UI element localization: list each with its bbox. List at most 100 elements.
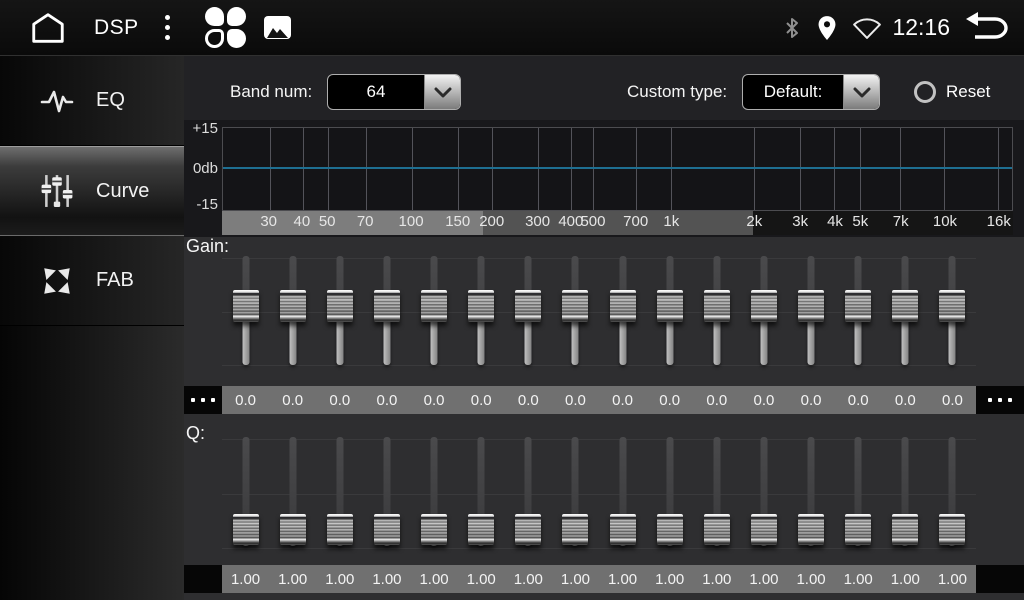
gain-band-slider[interactable] xyxy=(835,252,882,370)
slider-handle[interactable] xyxy=(751,290,777,322)
sidebar-item-eq[interactable]: EQ xyxy=(0,56,184,146)
gain-band-value: 0.0 xyxy=(552,386,599,414)
q-band-slider[interactable] xyxy=(269,433,316,551)
q-band-value: 1.00 xyxy=(505,565,552,593)
gallery-icon[interactable] xyxy=(264,16,291,39)
gain-band-slider[interactable] xyxy=(222,252,269,370)
q-band-slider[interactable] xyxy=(552,433,599,551)
gain-band-slider[interactable] xyxy=(316,252,363,370)
freq-axis-strip[interactable]: 304050701001502003004005007001k2k3k4k5k7… xyxy=(222,211,1013,235)
chevron-down-icon[interactable] xyxy=(424,75,460,109)
slider-handle[interactable] xyxy=(845,290,871,322)
freq-tick-label: 4k xyxy=(827,213,843,230)
q-band-slider[interactable] xyxy=(693,433,740,551)
location-icon xyxy=(816,15,838,41)
gain-scroll-left-button[interactable] xyxy=(184,386,222,414)
sidebar: EQ Curve FAB xyxy=(0,56,184,600)
gain-band-slider[interactable] xyxy=(740,252,787,370)
q-scroll-left-button[interactable] xyxy=(184,565,222,593)
slider-handle[interactable] xyxy=(515,514,541,545)
q-scroll-right-button[interactable] xyxy=(976,565,1024,593)
slider-handle[interactable] xyxy=(657,514,683,545)
gain-band-slider[interactable] xyxy=(363,252,410,370)
gain-band-slider[interactable] xyxy=(693,252,740,370)
q-band-value: 1.00 xyxy=(458,565,505,593)
slider-handle[interactable] xyxy=(610,290,636,322)
slider-handle[interactable] xyxy=(939,514,965,545)
dsp-app-screen: DSP 12:16 xyxy=(0,0,1024,600)
slider-handle[interactable] xyxy=(798,290,824,322)
slider-handle[interactable] xyxy=(845,514,871,545)
q-band-slider[interactable] xyxy=(646,433,693,551)
gain-band-slider[interactable] xyxy=(269,252,316,370)
sidebar-item-label: Curve xyxy=(96,180,149,203)
gain-band-slider[interactable] xyxy=(788,252,835,370)
slider-handle[interactable] xyxy=(892,514,918,545)
q-band-slider[interactable] xyxy=(411,433,458,551)
q-band-slider[interactable] xyxy=(458,433,505,551)
gain-band-slider[interactable] xyxy=(646,252,693,370)
gain-sliders xyxy=(222,252,976,370)
gain-band-slider[interactable] xyxy=(929,252,976,370)
q-band-slider[interactable] xyxy=(788,433,835,551)
slider-handle[interactable] xyxy=(562,514,588,545)
band-num-dropdown[interactable]: 64 xyxy=(327,74,461,110)
slider-handle[interactable] xyxy=(657,290,683,322)
overflow-menu-icon[interactable] xyxy=(155,9,180,46)
q-band-slider[interactable] xyxy=(929,433,976,551)
slider-handle[interactable] xyxy=(939,290,965,322)
q-band-value: 1.00 xyxy=(316,565,363,593)
custom-type-dropdown[interactable]: Default: xyxy=(742,74,880,110)
eq-curve-line xyxy=(223,167,1012,169)
q-band-value: 1.00 xyxy=(835,565,882,593)
q-band-slider[interactable] xyxy=(222,433,269,551)
q-band-slider[interactable] xyxy=(599,433,646,551)
eq-plot[interactable] xyxy=(222,127,1013,211)
freq-tick-label: 300 xyxy=(525,213,550,230)
chevron-down-icon[interactable] xyxy=(843,75,879,109)
q-band-slider[interactable] xyxy=(835,433,882,551)
slider-handle[interactable] xyxy=(704,290,730,322)
gain-band-slider[interactable] xyxy=(458,252,505,370)
slider-handle[interactable] xyxy=(892,290,918,322)
slider-handle[interactable] xyxy=(233,290,259,322)
slider-handle[interactable] xyxy=(751,514,777,545)
slider-handle[interactable] xyxy=(562,290,588,322)
freq-tick-label: 150 xyxy=(445,213,470,230)
sidebar-item-fab[interactable]: FAB xyxy=(0,236,184,326)
q-band-value: 1.00 xyxy=(599,565,646,593)
slider-handle[interactable] xyxy=(610,514,636,545)
slider-handle[interactable] xyxy=(704,514,730,545)
slider-handle[interactable] xyxy=(421,290,447,322)
q-band-slider[interactable] xyxy=(882,433,929,551)
slider-handle[interactable] xyxy=(374,290,400,322)
reset-radio-icon[interactable] xyxy=(914,81,936,103)
gain-band-slider[interactable] xyxy=(411,252,458,370)
q-band-slider[interactable] xyxy=(505,433,552,551)
slider-handle[interactable] xyxy=(327,290,353,322)
sidebar-item-curve[interactable]: Curve xyxy=(0,146,184,236)
gain-band-slider[interactable] xyxy=(505,252,552,370)
slider-handle[interactable] xyxy=(280,514,306,545)
home-icon[interactable] xyxy=(24,9,72,47)
gain-scroll-right-button[interactable] xyxy=(976,386,1024,414)
gain-band-slider[interactable] xyxy=(599,252,646,370)
apps-launcher-icon[interactable] xyxy=(204,6,248,50)
slider-handle[interactable] xyxy=(798,514,824,545)
back-icon[interactable] xyxy=(964,11,1010,45)
slider-handle[interactable] xyxy=(374,514,400,545)
slider-handle[interactable] xyxy=(233,514,259,545)
reset-button[interactable]: Reset xyxy=(914,74,990,110)
q-sliders xyxy=(222,433,976,551)
slider-handle[interactable] xyxy=(515,290,541,322)
slider-handle[interactable] xyxy=(421,514,447,545)
slider-handle[interactable] xyxy=(468,290,494,322)
gain-band-slider[interactable] xyxy=(882,252,929,370)
q-band-slider[interactable] xyxy=(363,433,410,551)
slider-handle[interactable] xyxy=(280,290,306,322)
gain-band-slider[interactable] xyxy=(552,252,599,370)
q-band-slider[interactable] xyxy=(740,433,787,551)
slider-handle[interactable] xyxy=(468,514,494,545)
q-band-slider[interactable] xyxy=(316,433,363,551)
slider-handle[interactable] xyxy=(327,514,353,545)
